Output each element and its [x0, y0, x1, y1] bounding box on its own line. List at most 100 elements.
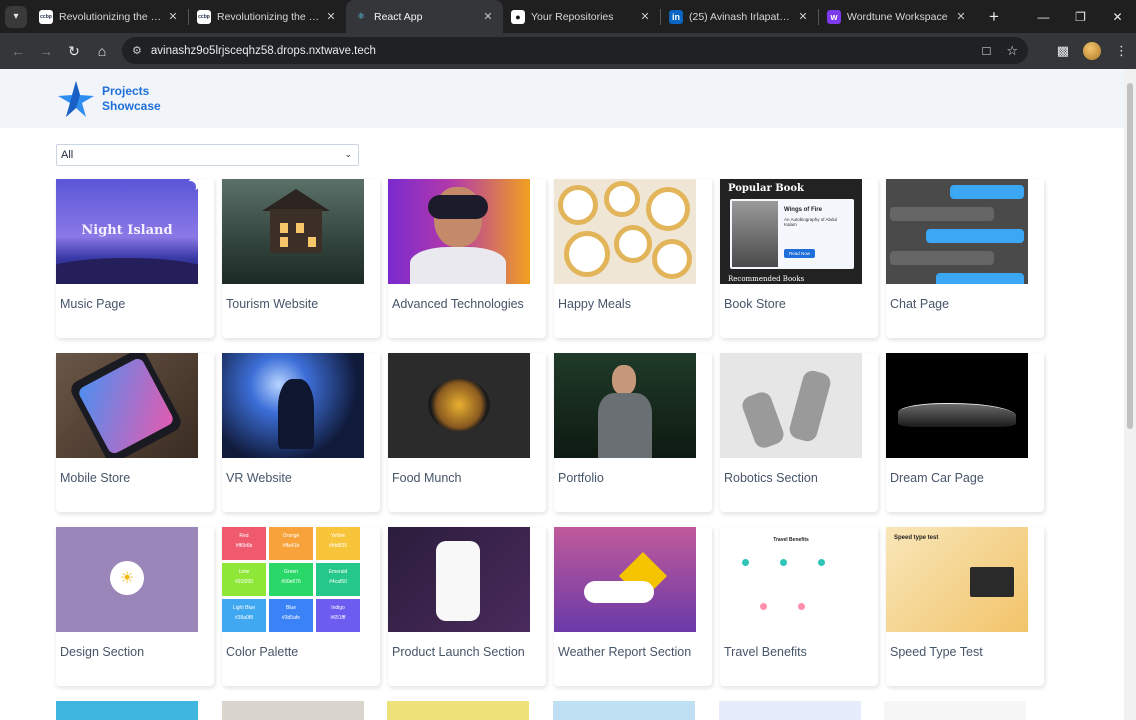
color-swatch: Orange #ffa41b — [269, 527, 313, 560]
project-thumbnail[interactable] — [554, 527, 696, 632]
project-title: Mobile Store — [60, 471, 131, 485]
browser-tab[interactable]: w Wordtune Workspace ✕ — [819, 0, 976, 33]
project-card[interactable]: Happy Meals — [554, 179, 712, 338]
project-card[interactable]: Speed type test Speed Type Test — [886, 527, 1044, 686]
new-tab-button[interactable]: + — [982, 5, 1006, 29]
bookmark-star-icon[interactable]: ☆ — [1006, 43, 1018, 59]
wordtune-favicon-icon: w — [827, 9, 841, 24]
project-thumbnail[interactable] — [56, 353, 198, 458]
partial-card-thumbnail[interactable] — [884, 701, 1026, 720]
project-card[interactable]: Food Munch — [388, 353, 546, 512]
partial-card-thumbnail[interactable] — [387, 701, 529, 720]
project-thumbnail[interactable]: Travel Benefits — [720, 527, 862, 632]
project-thumbnail[interactable] — [554, 179, 696, 284]
project-card[interactable]: ☀ Design Section — [56, 527, 214, 686]
project-card[interactable]: Tourism Website — [222, 179, 380, 338]
project-thumbnail[interactable]: Night Island — [56, 179, 198, 284]
project-card[interactable]: Night Island Music Page — [56, 179, 214, 338]
browser-tab[interactable]: ● Your Repositories ✕ — [503, 0, 660, 33]
project-thumbnail[interactable] — [554, 353, 696, 458]
tab-title: Your Repositories — [531, 10, 614, 23]
project-thumbnail[interactable] — [222, 179, 364, 284]
browser-tab[interactable]: ⚛ React App ✕ — [346, 0, 503, 33]
close-tab-icon[interactable]: ✕ — [481, 10, 495, 23]
browser-tab[interactable]: ccbp Revolutionizing the Job ✕ — [189, 0, 346, 33]
project-card[interactable]: Portfolio — [554, 353, 712, 512]
project-thumbnail[interactable]: Speed type test — [886, 527, 1028, 632]
swatch-name: Emerald — [328, 569, 348, 575]
partial-card-thumbnail[interactable] — [553, 701, 695, 720]
forward-icon[interactable]: → — [32, 37, 60, 65]
category-select[interactable]: All ⌄ — [56, 144, 359, 166]
chat-bubble — [950, 185, 1024, 199]
minimize-icon[interactable]: — — [1025, 0, 1062, 33]
project-thumbnail[interactable]: Popular Book Wings of Fire An Autobiograph… — [720, 179, 862, 284]
close-tab-icon[interactable]: ✕ — [324, 10, 338, 23]
menu-dots-icon[interactable]: ⋮ — [1115, 43, 1128, 59]
partial-card-thumbnail[interactable] — [222, 701, 364, 720]
project-card[interactable]: Advanced Technologies — [388, 179, 546, 338]
url-text[interactable]: avinashz9o5lrjsceqhz58.drops.nxtwave.tec… — [151, 45, 376, 57]
head-shape — [612, 365, 636, 395]
extensions-icon[interactable]: ▩ — [1057, 43, 1069, 59]
portrait-shape — [732, 201, 778, 267]
project-thumbnail[interactable] — [388, 353, 530, 458]
ccbp-favicon-icon: ccbp — [197, 9, 211, 24]
tab-search-button[interactable]: ▾ — [5, 5, 27, 28]
project-title: Travel Benefits — [724, 645, 807, 659]
project-card[interactable]: Chat Page — [886, 179, 1044, 338]
profile-avatar[interactable] — [1083, 42, 1101, 60]
color-swatch: Yellow #fdd835 — [316, 527, 360, 560]
project-card[interactable]: Dream Car Page — [886, 353, 1044, 512]
project-card[interactable]: Weather Report Section — [554, 527, 712, 686]
home-icon[interactable]: ⌂ — [88, 37, 116, 65]
partial-card-thumbnail[interactable] — [719, 701, 861, 720]
thumbnail-heading: Speed type test — [894, 535, 939, 541]
project-title: Speed Type Test — [890, 645, 983, 659]
browser-tab[interactable]: in (25) Avinash Irlapati | Li ✕ — [661, 0, 818, 33]
close-tab-icon[interactable]: ✕ — [954, 10, 968, 23]
feature-icon-dot — [818, 559, 825, 566]
scrollbar-thumb[interactable] — [1127, 83, 1133, 429]
color-swatch: Emerald #4caf50 — [316, 563, 360, 596]
close-tab-icon[interactable]: ✕ — [638, 10, 652, 23]
partial-card-thumbnail[interactable] — [56, 701, 198, 720]
close-window-icon[interactable]: ✕ — [1099, 0, 1136, 33]
project-title: Product Launch Section — [392, 645, 525, 659]
project-card[interactable]: Product Launch Section — [388, 527, 546, 686]
chevron-down-icon: ⌄ — [344, 149, 352, 159]
browser-tab[interactable]: ccbp Revolutionizing the Job ✕ — [31, 0, 188, 33]
address-bar[interactable]: ⚙ avinashz9o5lrjsceqhz58.drops.nxtwave.t… — [122, 37, 1028, 64]
project-card[interactable]: Red #ff6b6b Orange #ffa41b Yellow #fdd835 Lime… — [222, 527, 380, 686]
project-thumbnail[interactable]: ☀ — [56, 527, 198, 632]
plate-shape — [604, 181, 640, 217]
reload-icon[interactable]: ↻ — [60, 37, 88, 65]
project-title: Dream Car Page — [890, 471, 984, 485]
chevron-down-icon: ▾ — [13, 11, 19, 22]
restore-icon[interactable]: ❐ — [1062, 0, 1099, 33]
project-thumbnail[interactable]: Red #ff6b6b Orange #ffa41b Yellow #fdd835 Lime… — [222, 527, 364, 632]
page-scrollbar[interactable] — [1124, 69, 1136, 720]
feature-icon-dot — [798, 603, 805, 610]
project-card[interactable]: VR Website — [222, 353, 380, 512]
site-info-icon[interactable]: ⚙ — [132, 44, 142, 57]
project-title: Color Palette — [226, 645, 299, 659]
project-thumbnail[interactable] — [886, 353, 1028, 458]
project-card[interactable]: Travel Benefits Travel Benefits — [720, 527, 878, 686]
project-thumbnail[interactable] — [388, 179, 530, 284]
project-thumbnail[interactable] — [886, 179, 1028, 284]
back-icon[interactable]: ← — [4, 37, 32, 65]
close-tab-icon[interactable]: ✕ — [796, 10, 810, 23]
project-thumbnail[interactable] — [388, 527, 530, 632]
install-app-icon[interactable]: □ — [982, 43, 990, 58]
project-card[interactable]: Robotics Section — [720, 353, 878, 512]
chat-bubble — [890, 251, 994, 265]
phone-screen-shape — [76, 356, 176, 456]
close-tab-icon[interactable]: ✕ — [166, 10, 180, 23]
project-thumbnail[interactable] — [222, 353, 364, 458]
swatch-name: Light Blue — [232, 605, 256, 611]
project-card[interactable]: Mobile Store — [56, 353, 214, 512]
project-title: Weather Report Section — [558, 645, 692, 659]
project-thumbnail[interactable] — [720, 353, 862, 458]
project-card[interactable]: Popular Book Wings of Fire An Autobiograph… — [720, 179, 878, 338]
